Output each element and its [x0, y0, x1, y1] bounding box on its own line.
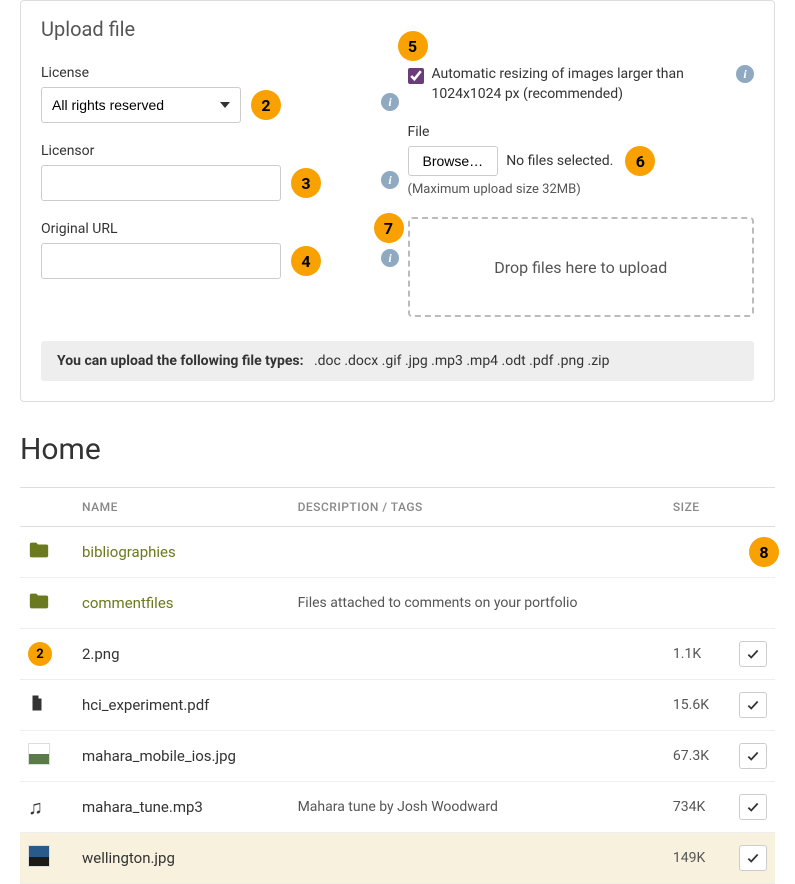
table-row[interactable]: bibliographies: [20, 527, 775, 578]
panel-title: Upload file: [41, 17, 754, 41]
select-checkbox[interactable]: [739, 743, 767, 769]
file-size: 67.3K: [673, 748, 709, 764]
file-size: 15.6K: [673, 697, 709, 713]
file-types-prefix: You can upload the following file types:: [57, 353, 304, 369]
file-name: bibliographies: [82, 543, 176, 561]
resize-field: 5 Automatic resizing of images larger th…: [408, 65, 755, 104]
table-row[interactable]: 2 2.png 1.1K: [20, 629, 775, 680]
folder-open-icon: [28, 600, 50, 616]
table-row[interactable]: ♫ mahara_tune.mp3 Mahara tune by Josh Wood…: [20, 782, 775, 833]
resize-label: Automatic resizing of images larger than…: [432, 65, 755, 104]
file-icon: [28, 702, 46, 718]
license-label: License: [41, 65, 388, 81]
annotation-7: 7: [374, 213, 404, 243]
file-types-bar: You can upload the following file types:…: [41, 341, 754, 381]
table-row[interactable]: mahara_mobile_ios.jpg 67.3K: [20, 731, 775, 782]
right-column: 5 Automatic resizing of images larger th…: [408, 65, 755, 317]
dropzone[interactable]: Drop files here to upload: [408, 217, 755, 317]
license-select[interactable]: All rights reserved: [41, 87, 241, 123]
info-icon[interactable]: i: [381, 171, 399, 189]
licensor-label: Licensor: [41, 143, 388, 159]
annotation-8: 8: [749, 537, 779, 567]
info-icon[interactable]: i: [381, 249, 399, 267]
annotation-5: 5: [398, 31, 428, 61]
select-checkbox[interactable]: [739, 641, 767, 667]
col-desc: DESCRIPTION / TAGS: [290, 488, 665, 527]
file-desc: Mahara tune by Josh Woodward: [298, 799, 498, 815]
resize-checkbox[interactable]: [408, 68, 424, 84]
file-name: mahara_mobile_ios.jpg: [82, 747, 236, 765]
annotation-6: 6: [625, 146, 655, 176]
annotation-row-2: 2: [28, 642, 52, 666]
thumbnail-icon: [28, 743, 50, 765]
file-name: wellington.jpg: [82, 849, 175, 867]
left-column: License All rights reserved 2 i Licensor…: [41, 65, 388, 317]
page-title: Home: [20, 432, 775, 467]
file-field: File Browse… No files selected. 6 (Maxim…: [408, 124, 755, 197]
info-icon[interactable]: i: [381, 93, 399, 111]
file-types-list: .doc .docx .gif .jpg .mp3 .mp4 .odt .pdf…: [314, 353, 610, 369]
folder-open-icon: [28, 549, 50, 565]
table-row[interactable]: hci_experiment.pdf 15.6K: [20, 680, 775, 731]
original-url-input[interactable]: [41, 243, 281, 279]
max-size-hint: (Maximum upload size 32MB): [408, 182, 755, 197]
select-checkbox[interactable]: [739, 692, 767, 718]
file-name: hci_experiment.pdf: [82, 696, 209, 714]
browse-button[interactable]: Browse…: [408, 146, 499, 176]
music-icon: ♫: [28, 795, 43, 819]
file-name: mahara_tune.mp3: [82, 798, 203, 816]
annotation-3: 3: [291, 168, 321, 198]
file-desc: Files attached to comments on your portf…: [298, 595, 578, 611]
annotation-4: 4: [291, 246, 321, 276]
file-label: File: [408, 124, 755, 140]
table-row[interactable]: wellington.jpg 149K: [20, 833, 775, 884]
file-size: 149K: [673, 850, 705, 866]
select-checkbox[interactable]: [739, 794, 767, 820]
col-size: SIZE: [665, 488, 731, 527]
licensor-input[interactable]: [41, 165, 281, 201]
info-icon[interactable]: i: [736, 65, 754, 83]
file-size: 734K: [673, 799, 705, 815]
file-name: commentfiles: [82, 594, 174, 612]
col-name: NAME: [74, 488, 290, 527]
upload-panel: Upload file License All rights reserved …: [20, 0, 775, 402]
files-table: NAME DESCRIPTION / TAGS SIZE bibliograph…: [20, 487, 775, 884]
table-row[interactable]: commentfiles Files attached to comments o…: [20, 578, 775, 629]
annotation-2: 2: [251, 90, 281, 120]
original-url-field: Original URL 4 i: [41, 221, 388, 279]
file-status: No files selected.: [506, 153, 613, 169]
license-field: License All rights reserved 2 i: [41, 65, 388, 123]
original-url-label: Original URL: [41, 221, 388, 237]
licensor-field: Licensor 3 i: [41, 143, 388, 201]
file-size: 1.1K: [673, 646, 701, 662]
thumbnail-icon: [28, 845, 50, 867]
select-checkbox[interactable]: [739, 845, 767, 871]
file-name: 2.png: [82, 645, 120, 663]
